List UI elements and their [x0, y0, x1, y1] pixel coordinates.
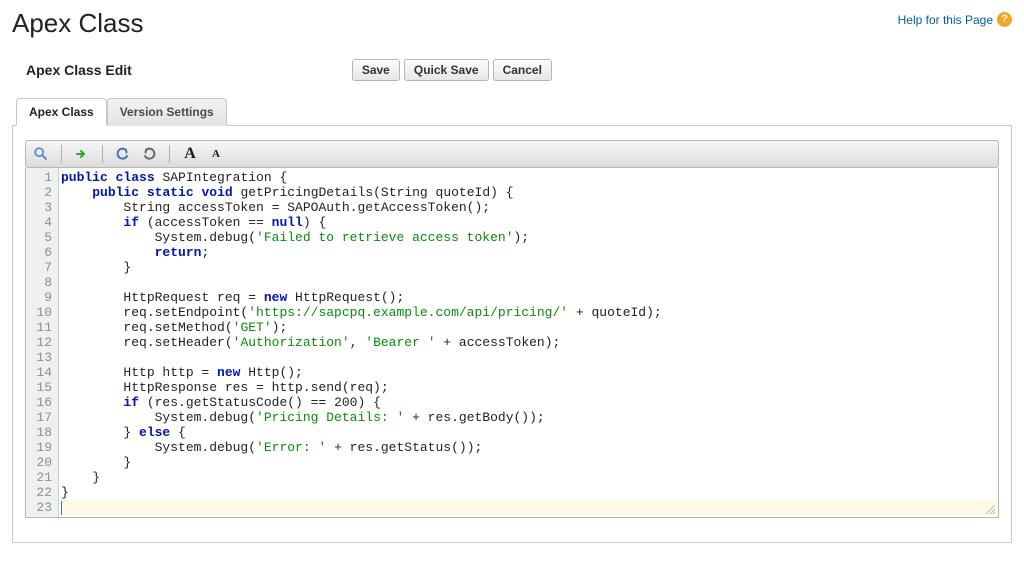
code-line[interactable]: req.setHeader('Authorization', 'Bearer '… [61, 335, 998, 350]
code-line[interactable]: if (res.getStatusCode() == 200) { [61, 395, 998, 410]
page-title: Apex Class [12, 8, 144, 39]
code-editor[interactable]: 1234567891011121314151617181920212223 pu… [25, 168, 999, 518]
code-line[interactable]: System.debug('Error: ' + res.getStatus()… [61, 440, 998, 455]
help-link[interactable]: Help for this Page ? [898, 12, 1012, 27]
code-line[interactable]: Http http = new Http(); [61, 365, 998, 380]
go-to-line-icon[interactable] [73, 145, 91, 163]
line-number: 17 [30, 410, 52, 425]
tab-version-settings[interactable]: Version Settings [107, 98, 227, 126]
line-number: 8 [30, 275, 52, 290]
code-body[interactable]: public class SAPIntegration { public sta… [59, 168, 998, 517]
search-icon[interactable] [32, 145, 50, 163]
line-number: 12 [30, 335, 52, 350]
line-number: 4 [30, 215, 52, 230]
line-number: 15 [30, 380, 52, 395]
line-number: 22 [30, 485, 52, 500]
subheader-title: Apex Class Edit [26, 62, 132, 78]
help-link-label: Help for this Page [898, 13, 993, 27]
line-number: 19 [30, 440, 52, 455]
font-size-increase-icon[interactable]: A [181, 145, 199, 163]
code-line[interactable]: } [61, 470, 998, 485]
editor-panel: A A 123456789101112131415161718192021222… [12, 126, 1012, 543]
cursor [61, 501, 62, 515]
resize-handle-icon[interactable] [984, 503, 996, 515]
line-number: 23 [30, 500, 52, 515]
code-line[interactable]: req.setEndpoint('https://sapcpq.example.… [61, 305, 998, 320]
quick-save-button[interactable]: Quick Save [404, 59, 489, 81]
line-number: 10 [30, 305, 52, 320]
code-line[interactable]: } [61, 260, 998, 275]
font-size-decrease-icon[interactable]: A [207, 145, 225, 163]
line-number: 16 [30, 395, 52, 410]
toolbar-separator [169, 145, 170, 163]
line-number: 1 [30, 170, 52, 185]
code-line[interactable]: if (accessToken == null) { [61, 215, 998, 230]
line-number: 6 [30, 245, 52, 260]
code-line[interactable]: String accessToken = SAPOAuth.getAccessT… [61, 200, 998, 215]
line-number: 2 [30, 185, 52, 200]
line-number: 9 [30, 290, 52, 305]
code-line[interactable] [61, 350, 998, 365]
line-number-gutter: 1234567891011121314151617181920212223 [26, 168, 59, 517]
code-line[interactable]: } [61, 455, 998, 470]
code-line[interactable]: } [61, 485, 998, 500]
code-line[interactable]: req.setMethod('GET'); [61, 320, 998, 335]
line-number: 11 [30, 320, 52, 335]
code-line[interactable]: public static void getPricingDetails(Str… [61, 185, 998, 200]
line-number: 5 [30, 230, 52, 245]
line-number: 3 [30, 200, 52, 215]
code-line[interactable]: System.debug('Failed to retrieve access … [61, 230, 998, 245]
code-line[interactable]: HttpResponse res = http.send(req); [61, 380, 998, 395]
toolbar-separator [61, 145, 62, 163]
line-number: 13 [30, 350, 52, 365]
help-icon: ? [997, 12, 1012, 27]
code-toolbar: A A [25, 140, 999, 168]
code-line[interactable] [61, 275, 998, 290]
code-line[interactable]: HttpRequest req = new HttpRequest(); [61, 290, 998, 305]
code-line[interactable]: return; [61, 245, 998, 260]
code-line[interactable] [61, 500, 998, 515]
line-number: 18 [30, 425, 52, 440]
line-number: 20 [30, 455, 52, 470]
undo-icon[interactable] [114, 145, 132, 163]
line-number: 14 [30, 365, 52, 380]
tabs: Apex Class Version Settings [12, 97, 1012, 126]
cancel-button[interactable]: Cancel [493, 59, 552, 81]
redo-icon[interactable] [140, 145, 158, 163]
code-line[interactable]: } else { [61, 425, 998, 440]
line-number: 7 [30, 260, 52, 275]
code-line[interactable]: System.debug('Pricing Details: ' + res.g… [61, 410, 998, 425]
tab-apex-class[interactable]: Apex Class [16, 98, 107, 126]
toolbar-separator [102, 145, 103, 163]
line-number: 21 [30, 470, 52, 485]
code-line[interactable]: public class SAPIntegration { [61, 170, 998, 185]
save-button[interactable]: Save [352, 59, 400, 81]
